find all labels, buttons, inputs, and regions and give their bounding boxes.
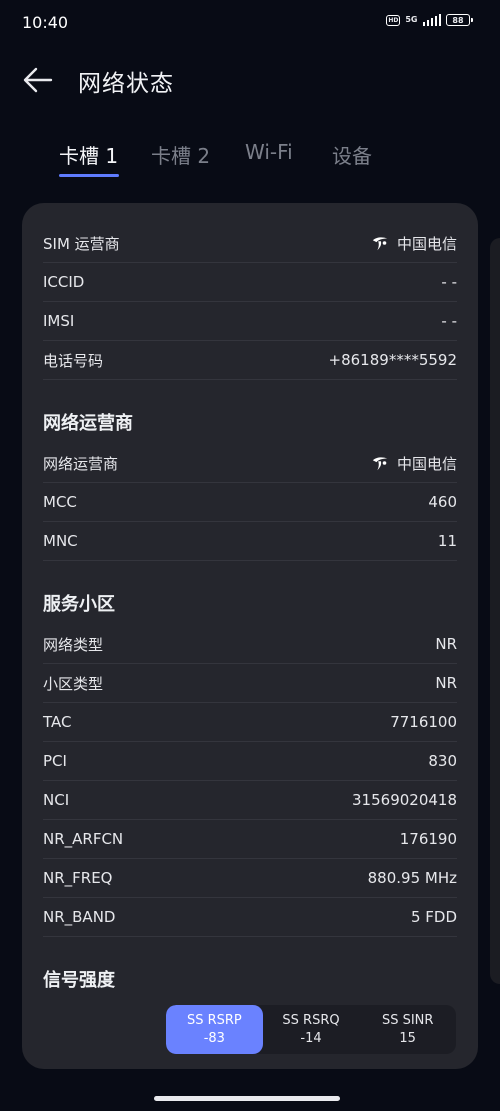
signal-tab-label: SS SINR xyxy=(381,1012,434,1028)
hd-icon: HD xyxy=(386,14,401,26)
row-value: NR xyxy=(435,674,457,692)
row-label: 网络运营商 xyxy=(43,454,119,473)
back-arrow-icon xyxy=(23,67,53,93)
china-telecom-logo-icon xyxy=(372,237,388,251)
row-value: 中国电信 xyxy=(371,233,457,254)
row-label: TAC xyxy=(43,713,72,731)
row-label: NCI xyxy=(43,791,70,809)
row-value: 176190 xyxy=(399,830,457,848)
status-bar: 10:40 HD 5G 88 xyxy=(0,0,500,44)
signal-tab-value: 15 xyxy=(399,1030,416,1046)
signal-tab-label: SS RSRQ xyxy=(282,1012,340,1028)
battery-level: 88 xyxy=(452,15,464,25)
row-value: 830 xyxy=(428,752,457,770)
row-label: 小区类型 xyxy=(43,674,104,693)
header: 网络状态 xyxy=(0,58,500,102)
section-title-signal-strength: 信号强度 xyxy=(43,970,115,991)
cell-type-row: 小区类型 NR xyxy=(43,664,457,703)
network-type-row: 网络类型 NR xyxy=(43,625,457,664)
row-value: +86189****5592 xyxy=(328,351,457,369)
network-type-5g: 5G xyxy=(405,15,418,24)
tab-wifi[interactable]: Wi-Fi xyxy=(245,140,293,164)
row-value: - - xyxy=(441,273,457,291)
status-time: 10:40 xyxy=(22,13,69,32)
row-label: NR_BAND xyxy=(43,908,116,926)
tab-sim-slot-1[interactable]: 卡槽 1 xyxy=(59,140,118,169)
network-info-card: SIM 运营商 中国电信 ICCID - - IMSI - - 电话号码 +86… xyxy=(22,203,478,1069)
row-label: SIM 运营商 xyxy=(43,234,120,253)
row-label: MCC xyxy=(43,493,77,511)
row-label: NR_ARFCN xyxy=(43,830,124,848)
signal-tab-value: -14 xyxy=(300,1030,322,1046)
sim-operator-value: 中国电信 xyxy=(396,234,457,253)
signal-tab-ss-rsrq[interactable]: SS RSRQ -14 xyxy=(263,1005,360,1054)
tac-row: TAC 7716100 xyxy=(43,703,457,742)
row-label: NR_FREQ xyxy=(43,869,113,887)
home-indicator[interactable] xyxy=(154,1096,340,1101)
sim-operator-row: SIM 运营商 中国电信 xyxy=(43,224,457,263)
active-tab-indicator xyxy=(59,174,119,177)
iccid-row: ICCID - - xyxy=(43,263,457,302)
signal-tab-ss-sinr[interactable]: SS SINR 15 xyxy=(359,1005,456,1054)
nr-freq-row: NR_FREQ 880.95 MHz xyxy=(43,859,457,898)
tab-bar: 卡槽 1 卡槽 2 Wi-Fi 设备 xyxy=(0,140,500,180)
tab-sim-slot-2[interactable]: 卡槽 2 xyxy=(151,140,210,169)
page-title: 网络状态 xyxy=(78,71,174,97)
phone-number-row: 电话号码 +86189****5592 xyxy=(43,341,457,380)
row-label: ICCID xyxy=(43,273,85,291)
cellular-signal-icon xyxy=(422,14,441,26)
signal-metric-selector: SS RSRP -83 SS RSRQ -14 SS SINR 15 xyxy=(166,1005,456,1054)
network-operator-row: 网络运营商 中国电信 xyxy=(43,444,457,483)
row-value: 460 xyxy=(428,493,457,511)
row-value: 11 xyxy=(437,532,457,550)
imsi-row: IMSI - - xyxy=(43,302,457,341)
signal-tab-label: SS RSRP xyxy=(186,1012,242,1028)
china-telecom-logo-icon xyxy=(372,457,388,471)
section-title-network-operator: 网络运营商 xyxy=(43,413,133,434)
back-button[interactable] xyxy=(22,66,54,94)
row-value: 5 FDD xyxy=(410,908,457,926)
mnc-row: MNC 11 xyxy=(43,522,457,561)
row-label: IMSI xyxy=(43,312,75,330)
section-title-serving-cell: 服务小区 xyxy=(43,594,115,615)
next-card-peek xyxy=(490,238,500,984)
signal-tab-value: -83 xyxy=(203,1030,225,1046)
signal-tab-ss-rsrp[interactable]: SS RSRP -83 xyxy=(166,1005,263,1054)
pci-row: PCI 830 xyxy=(43,742,457,781)
network-operator-value: 中国电信 xyxy=(396,454,457,473)
row-label: 电话号码 xyxy=(43,351,104,370)
row-value: NR xyxy=(435,635,457,653)
nci-row: NCI 31569020418 xyxy=(43,781,457,820)
mcc-row: MCC 460 xyxy=(43,483,457,522)
tab-device[interactable]: 设备 xyxy=(332,140,372,169)
row-value: 880.95 MHz xyxy=(367,869,457,887)
row-value: 7716100 xyxy=(390,713,457,731)
row-label: 网络类型 xyxy=(43,635,104,654)
row-value: - - xyxy=(441,312,457,330)
row-label: PCI xyxy=(43,752,67,770)
status-icons: HD 5G 88 xyxy=(386,14,473,26)
row-value: 中国电信 xyxy=(371,453,457,474)
row-value: 31569020418 xyxy=(352,791,457,809)
row-label: MNC xyxy=(43,532,78,550)
battery-icon: 88 xyxy=(446,14,473,26)
nr-band-row: NR_BAND 5 FDD xyxy=(43,898,457,937)
nr-arfcn-row: NR_ARFCN 176190 xyxy=(43,820,457,859)
